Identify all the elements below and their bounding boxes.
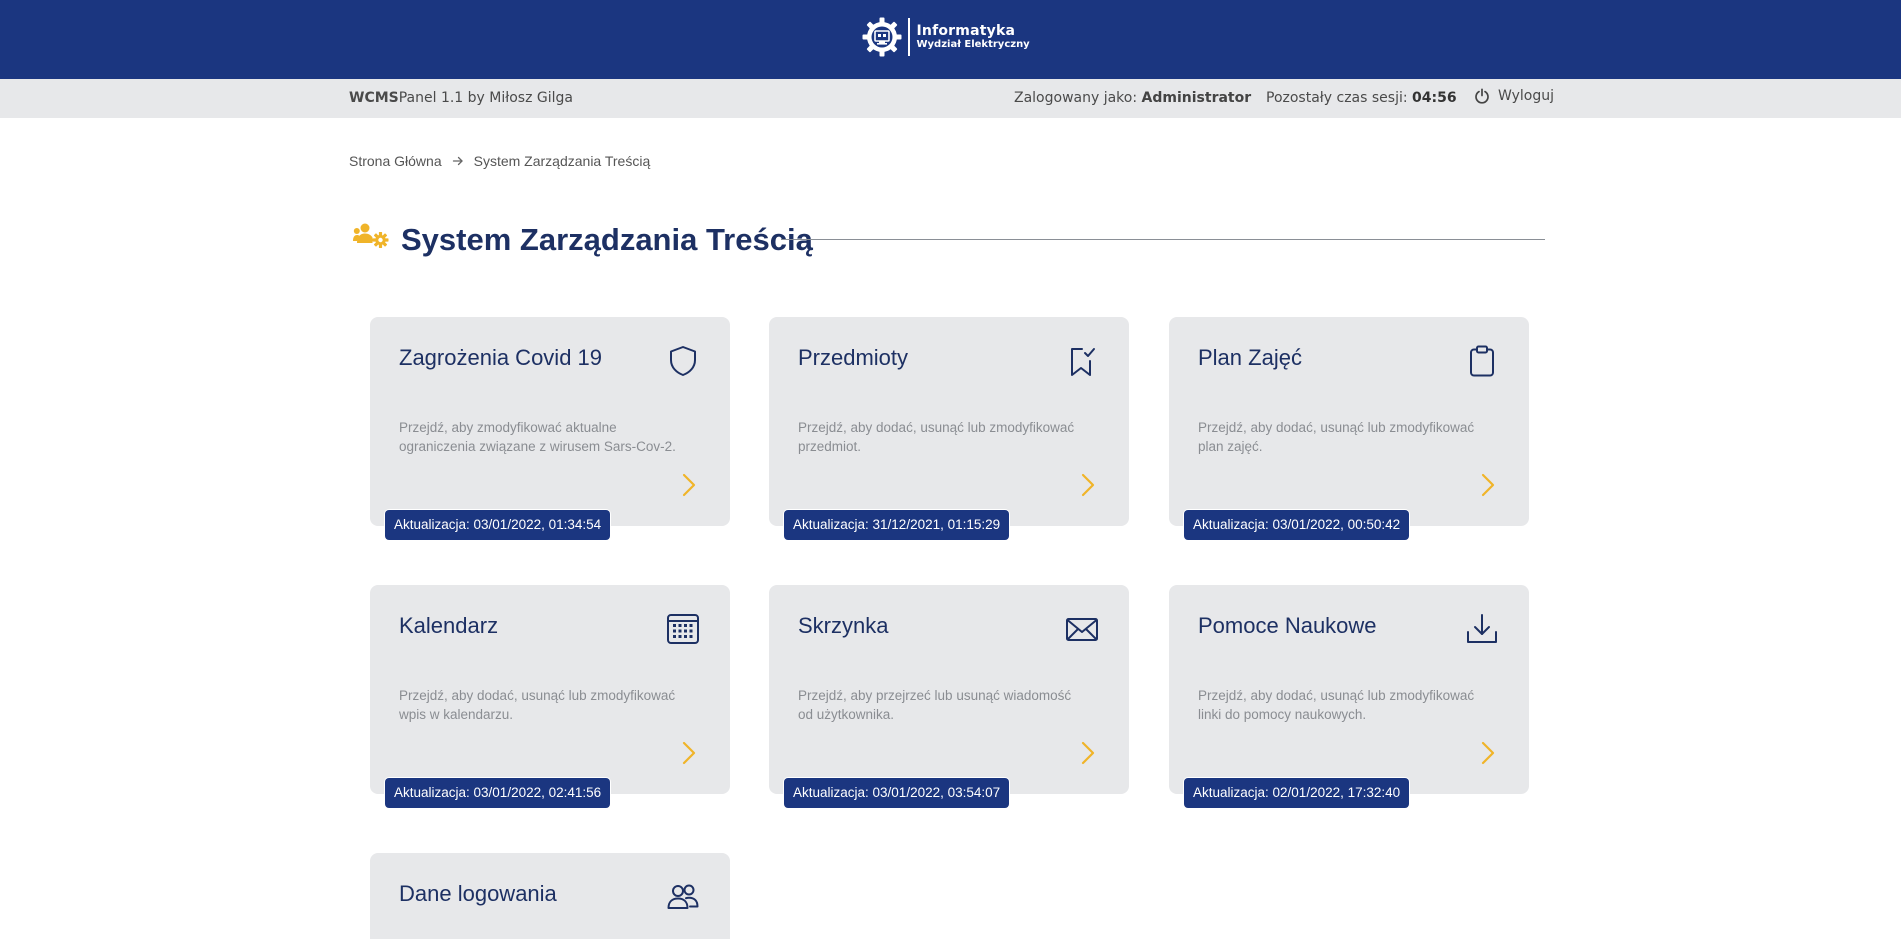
card-title: Plan Zajęć — [1198, 345, 1302, 370]
update-badge: Aktualizacja: 03/01/2022, 00:50:42 — [1184, 510, 1410, 540]
chevron-right-icon[interactable] — [1480, 472, 1496, 498]
update-badge: Aktualizacja: 03/01/2022, 02:41:56 — [385, 778, 611, 808]
page-title-icon-wrap — [353, 222, 389, 252]
title-divider — [781, 239, 1545, 240]
arrow-right-icon — [452, 156, 463, 166]
chevron-right-icon[interactable] — [1080, 472, 1096, 498]
card-description: Przejdź, aby dodać, usunąć lub zmodyfiko… — [1198, 688, 1475, 722]
card-title: Skrzynka — [798, 613, 889, 638]
card-calendar[interactable]: Kalendarz Przejdź, aby dodać, usunąć lub… — [370, 585, 730, 808]
chevron-right-icon[interactable] — [1480, 740, 1496, 766]
logo-text: Informatyka Wydział Elektryczny — [917, 23, 1030, 51]
logged-in-user: Administrator — [1141, 90, 1252, 106]
users-icon — [667, 884, 699, 909]
card-description: Przejdź, aby przejrzeć lub usunąć wiadom… — [798, 688, 1072, 722]
calendar-icon — [667, 614, 699, 644]
card-description: Przejdź, aby zmodyfikować aktualne ogran… — [399, 420, 676, 454]
card-subjects[interactable]: Przedmioty Przejdź, aby dodać, usunąć lu… — [769, 317, 1129, 540]
card-study-aids[interactable]: Pomoce Naukowe Przejdź, aby dodać, usuną… — [1169, 585, 1529, 808]
chevron-right-icon[interactable] — [681, 740, 697, 766]
logo-subtitle: Wydział Elektryczny — [916, 39, 1030, 51]
shield-icon — [670, 346, 696, 376]
app-brand-version: Panel 1.1 by Miłosz Gilga — [398, 90, 573, 106]
page-title: System Zarządzania Treścią — [401, 222, 813, 257]
update-badge: Aktualizacja: 03/01/2022, 01:34:54 — [385, 510, 611, 540]
breadcrumb-home-link[interactable]: Strona Główna — [349, 153, 442, 169]
card-description: Przejdź, aby dodać, usunąć lub zmodyfiko… — [1198, 420, 1475, 454]
session-timer-value: 04:56 — [1412, 90, 1457, 106]
card-title: Dane logowania — [399, 881, 557, 906]
app-brand-bold: WCMS — [349, 90, 399, 106]
logged-in-as: Zalogowany jako: Administrator — [1014, 90, 1251, 106]
users-gear-icon — [353, 223, 389, 248]
envelope-icon — [1066, 618, 1098, 641]
session-timer-label: Pozostały czas sesji: — [1266, 90, 1408, 106]
card-login-data[interactable]: Dane logowania — [370, 853, 730, 939]
logo-title: Informatyka — [916, 23, 1016, 40]
app-brand: WCMSPanel 1.1 by Miłosz Gilga — [349, 90, 573, 106]
download-icon — [1467, 614, 1497, 643]
update-badge: Aktualizacja: 31/12/2021, 01:15:29 — [784, 510, 1010, 540]
breadcrumb-current: System Zarządzania Treścią — [473, 153, 651, 169]
bookmark-check-icon — [1071, 348, 1095, 376]
update-badge: Aktualizacja: 03/01/2022, 03:54:07 — [784, 778, 1010, 808]
power-icon — [1475, 88, 1489, 104]
card-description: Przejdź, aby dodać, usunąć lub zmodyfiko… — [399, 688, 676, 722]
clipboard-icon — [1470, 345, 1494, 377]
card-description: Przejdź, aby dodać, usunąć lub zmodyfiko… — [798, 420, 1075, 454]
chevron-right-icon[interactable] — [681, 472, 697, 498]
faculty-logo[interactable]: Informatyka Wydział Elektryczny — [861, 16, 1030, 58]
chevron-right-icon[interactable] — [1080, 740, 1096, 766]
logout-button[interactable]: Wyloguj — [1474, 88, 1554, 104]
gear-logo-icon — [862, 17, 902, 57]
card-title: Zagrożenia Covid 19 — [399, 345, 603, 370]
card-title: Kalendarz — [399, 613, 499, 638]
card-inbox[interactable]: Skrzynka Przejdź, aby przejrzeć lub usun… — [769, 585, 1129, 808]
session-timer: Pozostały czas sesji: 04:56 — [1266, 90, 1457, 106]
update-badge: Aktualizacja: 02/01/2022, 17:32:40 — [1184, 778, 1410, 808]
logo-divider — [908, 18, 910, 56]
breadcrumb: Strona Główna System Zarządzania Treścią — [349, 153, 650, 169]
top-brand-bar: Informatyka Wydział Elektryczny — [0, 0, 1901, 79]
session-bar: WCMSPanel 1.1 by Miłosz Gilga Zalogowany… — [0, 79, 1901, 118]
logout-label: Wyloguj — [1498, 88, 1554, 104]
logged-in-label: Zalogowany jako: — [1014, 90, 1138, 106]
card-schedule[interactable]: Plan Zajęć Przejdź, aby dodać, usunąć lu… — [1169, 317, 1529, 540]
card-covid[interactable]: Zagrożenia Covid 19 Przejdź, aby zmodyfi… — [370, 317, 730, 540]
card-title: Przedmioty — [798, 345, 909, 370]
card-title: Pomoce Naukowe — [1198, 613, 1377, 638]
